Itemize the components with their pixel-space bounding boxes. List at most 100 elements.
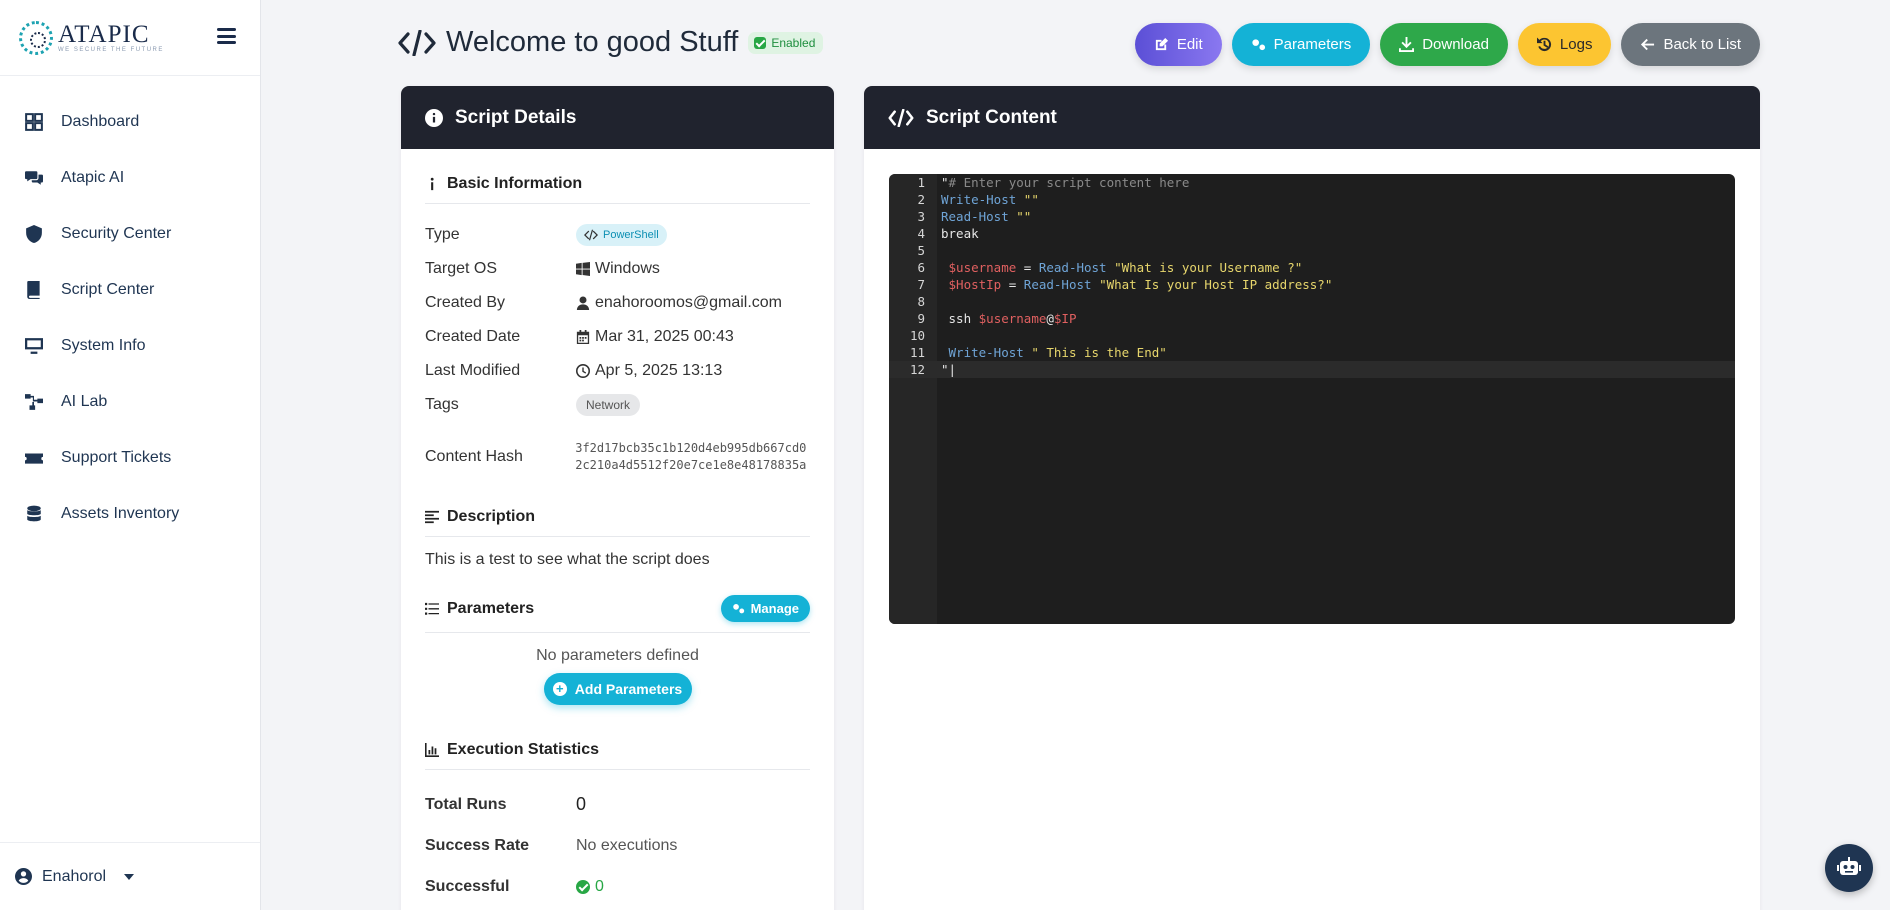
check-icon xyxy=(754,36,767,49)
code-icon xyxy=(888,108,914,127)
code-icon xyxy=(584,229,598,241)
parameters-button-label: Parameters xyxy=(1273,36,1352,53)
brand-tagline: WE SECURE THE FUTURE xyxy=(58,46,164,53)
brand: ATAPIC WE SECURE THE FUTURE xyxy=(0,0,260,76)
code-line[interactable]: 1 "# Enter your script content here xyxy=(889,174,1735,191)
sidebar-item-support-tickets[interactable]: Support Tickets xyxy=(0,430,260,486)
code-line[interactable]: 11 Write-Host " This is the End" xyxy=(889,344,1735,361)
sidebar-item-security-center[interactable]: Security Center xyxy=(0,206,260,262)
content-hash-row: Content Hash 3f2d17bcb35c1b120d4eb995db6… xyxy=(425,422,810,492)
clock-icon xyxy=(576,364,590,378)
code-token: "What Is your Host IP address?" xyxy=(1099,277,1333,292)
code-editor[interactable]: 1 "# Enter your script content here 2 Write… xyxy=(889,174,1735,624)
line-number: 4 xyxy=(917,226,925,241)
parameters-button[interactable]: Parameters xyxy=(1231,23,1371,66)
sidebar-item-ai-lab[interactable]: AI Lab xyxy=(0,374,260,430)
sidebar-item-dashboard[interactable]: Dashboard xyxy=(0,94,260,150)
code-text: Write-Host "" xyxy=(941,191,1039,208)
code-line[interactable]: 8 xyxy=(889,293,1735,310)
sidebar-item-atapic-ai[interactable]: Atapic AI xyxy=(0,150,260,206)
sidebar-item-system-info[interactable]: System Info xyxy=(0,318,260,374)
code-text: $username = Read-Host "What is your User… xyxy=(941,259,1303,276)
target-os-label: Target OS xyxy=(425,260,498,277)
content-hash-value: 3f2d17bcb35c1b120d4eb995db667cd02c210a4d… xyxy=(575,441,807,472)
content-hash-label: Content Hash xyxy=(425,448,523,465)
line-number: 9 xyxy=(917,311,925,326)
sidebar: ATAPIC WE SECURE THE FUTURE Dashboard At… xyxy=(0,0,261,910)
line-number: 2 xyxy=(917,192,925,207)
sidebar-item-script-center[interactable]: Script Center xyxy=(0,262,260,318)
basic-info-title: Basic Information xyxy=(447,175,583,192)
code-line[interactable]: 3 Read-Host "" xyxy=(889,208,1735,225)
created-by-value: enahoroomos@gmail.com xyxy=(595,294,782,311)
tags-row: Tags Network xyxy=(425,388,810,422)
code-text: $HostIp = Read-Host "What Is your Host I… xyxy=(941,276,1333,293)
sidebar-item-label: Dashboard xyxy=(61,113,140,130)
chat-icon xyxy=(25,169,43,187)
gears-icon xyxy=(1252,39,1265,51)
code-line[interactable]: 5 xyxy=(889,242,1735,259)
code-line[interactable]: 9 ssh $username@$IP xyxy=(889,310,1735,327)
history-icon xyxy=(1536,37,1551,52)
align-left-icon xyxy=(425,510,439,524)
download-button-label: Download xyxy=(1422,36,1489,53)
code-token: $username xyxy=(978,311,1047,326)
tag-badge: Network xyxy=(576,394,641,416)
plus-circle-icon: + xyxy=(552,682,567,696)
list-icon xyxy=(425,602,439,615)
gears-icon xyxy=(732,604,744,614)
page-title: Welcome to good Stuff Enabled xyxy=(398,26,824,59)
description-title: Description xyxy=(447,508,536,525)
add-parameters-button[interactable]: + Add Parameters xyxy=(543,673,692,705)
status-badge: Enabled xyxy=(748,31,824,54)
line-number: 12 xyxy=(909,362,925,377)
code-text: ssh $username@$IP xyxy=(941,310,1077,327)
edit-button[interactable]: Edit xyxy=(1134,23,1222,66)
user-menu[interactable]: Enahorol xyxy=(0,842,260,910)
download-button[interactable]: Download xyxy=(1380,23,1508,66)
type-value: PowerShell xyxy=(603,229,659,241)
code-icon xyxy=(398,29,436,56)
card-title: Script Content xyxy=(926,106,1057,128)
successful-value: 0 xyxy=(595,877,604,895)
created-date-row: Created Date Mar 31, 2025 00:43 xyxy=(425,320,810,354)
code-token: $IP xyxy=(1053,311,1077,326)
description-text: This is a test to see what the script do… xyxy=(425,551,710,568)
code-token: Read-Host xyxy=(1038,260,1107,275)
code-line[interactable]: 7 $HostIp = Read-Host "What Is your Host… xyxy=(889,276,1735,293)
back-to-list-button[interactable]: Back to List xyxy=(1621,23,1760,66)
line-number: 3 xyxy=(917,209,925,224)
status-badge-label: Enabled xyxy=(771,35,816,50)
code-line[interactable]: 2 Write-Host "" xyxy=(889,191,1735,208)
code-token: @ xyxy=(1046,311,1054,326)
book-icon xyxy=(25,281,43,299)
windows-icon xyxy=(576,262,590,276)
code-text: Write-Host " This is the End" xyxy=(941,344,1167,361)
code-line[interactable]: 6 $username = Read-Host "What is your Us… xyxy=(889,259,1735,276)
code-text: Read-Host "" xyxy=(941,208,1031,225)
code-line[interactable]: 12 "| xyxy=(889,361,1735,378)
code-line[interactable]: 4 break xyxy=(889,225,1735,242)
monitor-icon xyxy=(25,337,43,355)
arrow-left-icon xyxy=(1641,38,1655,51)
success-rate-value: No executions xyxy=(576,836,678,854)
code-token: Read-Host xyxy=(1023,277,1092,292)
back-button-label: Back to List xyxy=(1663,36,1741,53)
assistant-bot-button[interactable] xyxy=(1825,844,1873,892)
logs-button[interactable]: Logs xyxy=(1517,23,1612,66)
code-token: "What is your Username ?" xyxy=(1114,260,1303,275)
sidebar-item-label: System Info xyxy=(61,337,146,354)
chart-bar-icon xyxy=(425,743,439,757)
code-text: "| xyxy=(941,361,956,378)
code-token: = xyxy=(1001,277,1024,292)
sidebar-item-assets-inventory[interactable]: Assets Inventory xyxy=(0,486,260,542)
menu-toggle-icon[interactable] xyxy=(217,28,236,44)
manage-parameters-button[interactable]: Manage xyxy=(720,595,810,622)
parameters-title: Parameters xyxy=(447,599,535,617)
code-line[interactable]: 10 xyxy=(889,327,1735,344)
code-token: $HostIp xyxy=(948,277,1002,292)
